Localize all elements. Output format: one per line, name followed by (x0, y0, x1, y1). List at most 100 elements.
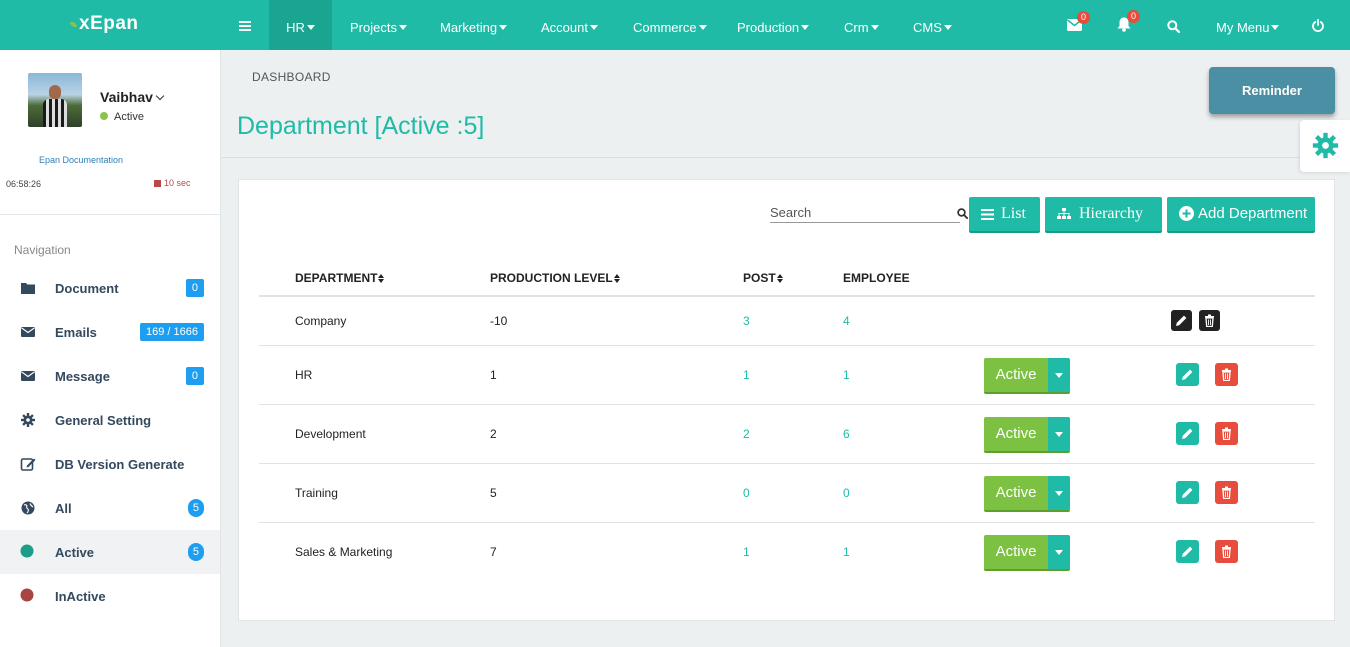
employee-count-link[interactable]: 0 (843, 486, 850, 500)
search-button[interactable] (1167, 20, 1181, 38)
nav-production[interactable]: Production (737, 0, 810, 50)
employee-count-link[interactable]: 1 (843, 368, 850, 382)
status-label[interactable]: Active (984, 475, 1048, 510)
hierarchy-button[interactable]: Hierarchy (1045, 197, 1162, 231)
mail-button[interactable]: 0 (1067, 11, 1090, 36)
nav-production-label: Production (737, 20, 800, 35)
hierarchy-button-label: Hierarchy (1079, 205, 1143, 222)
user-name[interactable]: Vaibhav (100, 89, 165, 105)
sidebar-item-label: DB Version Generate (55, 457, 185, 472)
column-header-production-level[interactable]: PRODUCTION LEVEL (490, 260, 743, 297)
edit-button[interactable] (1176, 481, 1199, 504)
status-label[interactable]: Active (984, 534, 1048, 569)
my-menu[interactable]: My Menu (1216, 0, 1280, 50)
timer[interactable]: 10 sec (154, 178, 191, 188)
caret-down-icon (698, 25, 707, 30)
nav-commerce[interactable]: Commerce (633, 0, 707, 50)
edit-button[interactable] (1176, 540, 1199, 564)
delete-button[interactable] (1215, 363, 1239, 386)
nav-crm[interactable]: Crm (844, 0, 879, 50)
nav-cms[interactable]: CMS (913, 0, 952, 50)
delete-button[interactable] (1199, 310, 1221, 332)
pencil-icon (1182, 369, 1193, 380)
department-cell: Sales & Marketing (295, 544, 393, 559)
hamburger-icon[interactable] (239, 21, 251, 31)
gear-icon (1312, 132, 1339, 159)
search-icon (1167, 20, 1181, 34)
post-count-link[interactable]: 3 (743, 314, 750, 328)
edit-icon (20, 458, 36, 471)
production-level-cell: 2 (490, 404, 743, 464)
nav-marketing[interactable]: Marketing (440, 0, 508, 50)
sidebar-item-message[interactable]: Message 0 (0, 354, 220, 398)
breadcrumb[interactable]: DASHBOARD (252, 70, 331, 84)
divider (0, 214, 220, 215)
sidebar-item-label: Active (55, 545, 95, 560)
caret-down-icon (943, 25, 952, 30)
nav-commerce-label: Commerce (633, 20, 697, 35)
sidebar: Vaibhav Active Epan Documentation 06:58:… (0, 50, 221, 647)
status-dropdown[interactable]: Active (984, 475, 1070, 510)
list-button[interactable]: List (969, 197, 1040, 231)
search-input[interactable] (770, 205, 930, 220)
sidebar-item-label: Document (55, 281, 119, 296)
caret-down-icon[interactable] (1048, 475, 1070, 510)
caret-down-icon[interactable] (1048, 357, 1070, 392)
employee-count-link[interactable]: 4 (843, 314, 850, 328)
sidebar-item-active[interactable]: Active 5 (0, 530, 220, 574)
page-title: Department [Active :5] (237, 112, 485, 140)
status-dropdown[interactable]: Active (984, 416, 1070, 451)
sidebar-item-label: All (55, 501, 72, 516)
sidebar-item-db-version-generate[interactable]: DB Version Generate (0, 442, 220, 486)
edit-button[interactable] (1176, 422, 1199, 445)
sort-icon (378, 273, 385, 283)
avatar[interactable] (28, 73, 82, 127)
employee-count-link[interactable]: 6 (843, 427, 850, 441)
add-department-button[interactable]: Add Department (1167, 197, 1315, 231)
nav-hr[interactable]: HR (269, 0, 332, 50)
notification-button[interactable]: 0 (1117, 10, 1140, 37)
leaf-icon (70, 22, 77, 27)
search-field[interactable] (770, 204, 968, 223)
reminder-button[interactable]: Reminder (1209, 67, 1335, 114)
status-label[interactable]: Active (984, 416, 1048, 451)
user-status: Active (100, 111, 144, 123)
nav-cms-label: CMS (913, 20, 942, 35)
sidebar-item-inactive[interactable]: InActive (0, 574, 220, 618)
employee-count-link[interactable]: 1 (843, 545, 850, 559)
delete-button[interactable] (1215, 481, 1239, 504)
delete-button[interactable] (1215, 422, 1239, 445)
nav-projects[interactable]: Projects (350, 0, 407, 50)
delete-button[interactable] (1215, 540, 1239, 564)
post-count-link[interactable]: 0 (743, 486, 750, 500)
column-header-post[interactable]: POST (743, 260, 843, 297)
search-icon[interactable] (957, 208, 968, 219)
sidebar-item-emails[interactable]: Emails 169 / 1666 (0, 310, 220, 354)
department-cell: Company (295, 296, 490, 346)
caret-down-icon (398, 25, 407, 30)
status-dropdown[interactable]: Active (984, 534, 1070, 569)
status-label[interactable]: Active (984, 357, 1048, 392)
status-dot-icon (100, 112, 108, 120)
post-count-link[interactable]: 2 (743, 427, 750, 441)
logo[interactable]: xEpan (70, 13, 139, 35)
nav-account-label: Account (541, 20, 588, 35)
edit-button[interactable] (1171, 310, 1192, 332)
caret-down-icon[interactable] (1048, 534, 1070, 569)
post-count-link[interactable]: 1 (743, 368, 750, 382)
status-dropdown[interactable]: Active (984, 357, 1070, 392)
settings-tab[interactable] (1300, 120, 1350, 172)
sidebar-item-document[interactable]: Document 0 (0, 266, 220, 310)
caret-down-icon[interactable] (1048, 416, 1070, 451)
sidebar-item-label: General Setting (55, 413, 152, 428)
power-button[interactable] (1312, 18, 1324, 37)
edit-button[interactable] (1176, 363, 1199, 386)
documentation-link[interactable]: Epan Documentation (39, 155, 123, 165)
sidebar-item-all[interactable]: All 5 (0, 486, 220, 530)
post-count-link[interactable]: 1 (743, 545, 750, 559)
nav-account[interactable]: Account (541, 0, 598, 50)
sidebar-item-general-setting[interactable]: General Setting (0, 398, 220, 442)
plus-circle-icon (1179, 206, 1194, 221)
column-header-label: DEPARTMENT (295, 270, 378, 285)
column-header-department[interactable]: DEPARTMENT (295, 260, 490, 297)
